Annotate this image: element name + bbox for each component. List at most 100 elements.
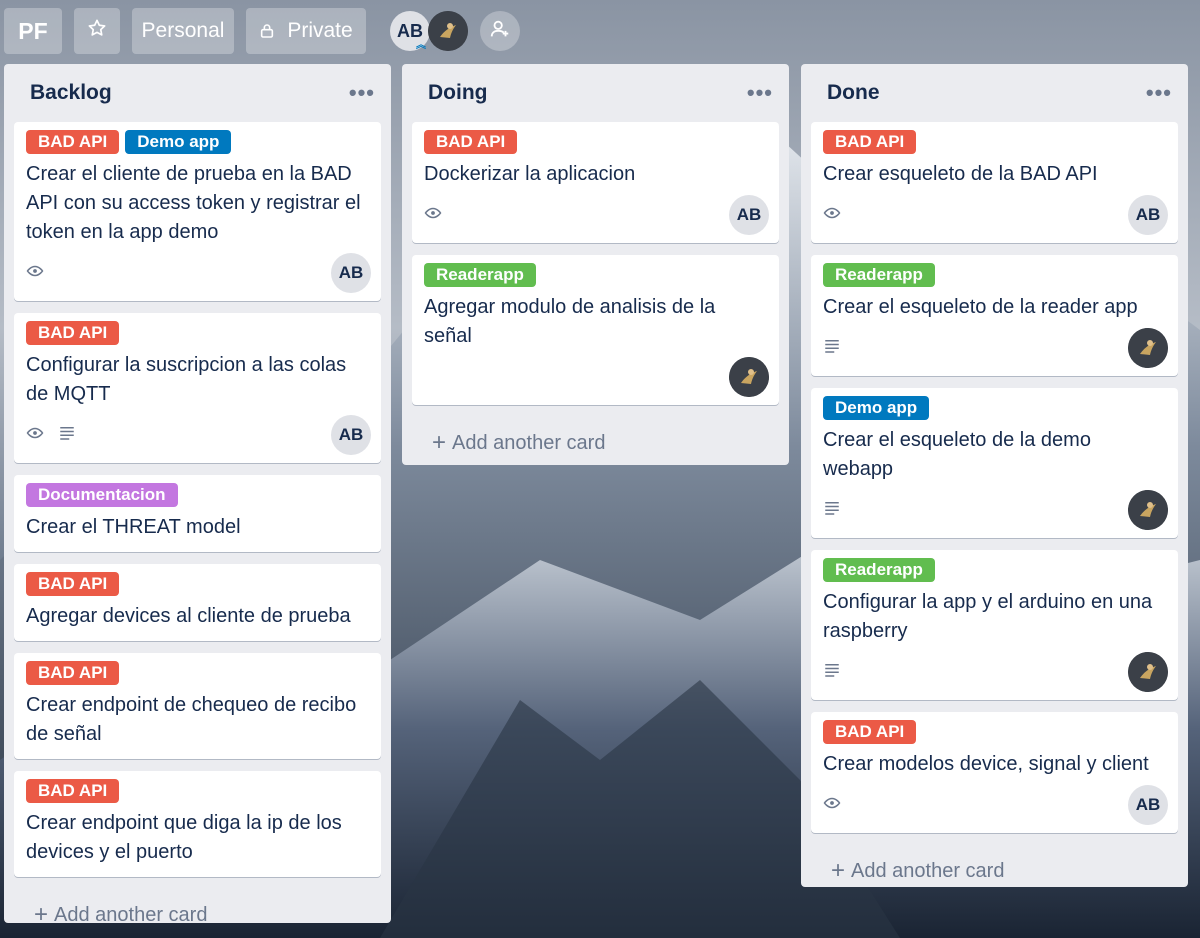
- star-icon: [87, 18, 107, 44]
- add-card-button[interactable]: + Add another card: [14, 889, 381, 938]
- card-label[interactable]: BAD API: [26, 321, 120, 345]
- card[interactable]: BAD API Demo app Crear el cliente de prueb…: [14, 122, 381, 301]
- list-backlog: Backlog ••• BAD API Demo app Crear el client…: [4, 64, 391, 928]
- card[interactable]: Documentacion Crear el THREAT model: [14, 475, 381, 552]
- list-title[interactable]: Backlog: [30, 81, 112, 105]
- card-labels: Readerapp: [424, 263, 767, 287]
- card-labels: BAD API: [823, 130, 1166, 154]
- card-title: Agregar devices al cliente de prueba: [26, 605, 351, 627]
- card-title: Crear endpoint que diga la ip de los dev…: [26, 812, 342, 863]
- card-badges: [823, 326, 1166, 366]
- card-badges: [424, 355, 767, 395]
- star-board-button[interactable]: [74, 8, 120, 54]
- card-labels: BAD API: [26, 661, 369, 685]
- card-title: Crear el esqueleto de la demo webapp: [823, 429, 1091, 480]
- list-title[interactable]: Doing: [428, 81, 487, 105]
- card-member-avatar[interactable]: [1128, 490, 1168, 530]
- card[interactable]: Readerapp Configurar la app y el arduino …: [811, 550, 1178, 700]
- list-header: Backlog •••: [14, 64, 381, 122]
- card-label[interactable]: Readerapp: [823, 263, 935, 287]
- card-member-avatar[interactable]: [1128, 652, 1168, 692]
- visibility-button[interactable]: Private: [246, 8, 366, 54]
- card-member-avatar[interactable]: [1128, 328, 1168, 368]
- card-member-avatar[interactable]: AB: [1128, 195, 1168, 235]
- card-title: Crear el cliente de prueba en la BAD API…: [26, 163, 361, 243]
- eye-icon: [26, 424, 44, 442]
- card-member-avatar[interactable]: [729, 357, 769, 397]
- card-label[interactable]: BAD API: [823, 130, 917, 154]
- card[interactable]: BAD API Configurar la suscripcion a las c…: [14, 313, 381, 463]
- plus-icon: +: [831, 857, 846, 884]
- team-button[interactable]: Personal: [132, 8, 234, 54]
- list-header: Doing •••: [412, 64, 779, 122]
- card-title: Crear el esqueleto de la reader app: [823, 296, 1138, 318]
- add-card-button[interactable]: + Add another card: [811, 845, 1178, 897]
- list-menu-button[interactable]: •••: [1146, 80, 1172, 106]
- card-badges: [26, 413, 369, 453]
- list-menu-button[interactable]: •••: [349, 80, 375, 106]
- card-badges: [823, 783, 1166, 823]
- card-title: Crear endpoint de chequeo de recibo de s…: [26, 694, 357, 745]
- card-label[interactable]: BAD API: [424, 130, 518, 154]
- admin-chevron-icon: ︽: [416, 40, 426, 51]
- card-badges: [823, 193, 1166, 233]
- card-labels: BAD API: [26, 321, 369, 345]
- card-title: Agregar modulo de analisis de la señal: [424, 296, 716, 347]
- add-card-label: Add another card: [452, 431, 606, 454]
- description-icon: [823, 499, 841, 517]
- lock-icon: [259, 23, 275, 39]
- board-header: PF Personal Private AB ︽: [0, 0, 1200, 62]
- card-member-avatar[interactable]: AB: [331, 415, 371, 455]
- plus-icon: +: [34, 901, 49, 928]
- card-title: Configurar la app y el arduino en una ra…: [823, 591, 1153, 642]
- card[interactable]: BAD API Dockerizar la aplicacion AB: [412, 122, 779, 243]
- card-labels: BAD API Demo app: [26, 130, 369, 154]
- eye-icon: [26, 262, 44, 280]
- card-label[interactable]: Demo app: [125, 130, 232, 154]
- visibility-label: Private: [287, 19, 353, 42]
- card[interactable]: BAD API Crear modelos device, signal y cl…: [811, 712, 1178, 833]
- card-labels: BAD API: [823, 720, 1166, 744]
- member-avatar[interactable]: AB ︽: [390, 11, 430, 51]
- add-card-button[interactable]: + Add another card: [412, 417, 779, 469]
- card-label[interactable]: Demo app: [823, 396, 930, 420]
- list-title[interactable]: Done: [827, 81, 880, 105]
- card-member-avatar[interactable]: AB: [331, 253, 371, 293]
- card-badges: [823, 650, 1166, 690]
- description-icon: [58, 424, 76, 442]
- card-title: Dockerizar la aplicacion: [424, 163, 636, 185]
- list-doing: Doing ••• BAD API Dockerizar la aplicacion A…: [402, 64, 789, 465]
- card-label[interactable]: Documentacion: [26, 483, 178, 507]
- card[interactable]: BAD API Crear endpoint de chequeo de reci…: [14, 653, 381, 759]
- add-member-icon: [489, 18, 511, 45]
- card-member-avatar[interactable]: AB: [729, 195, 769, 235]
- card-label[interactable]: BAD API: [26, 130, 120, 154]
- card[interactable]: Readerapp Crear el esqueleto de la reader…: [811, 255, 1178, 376]
- card-member-avatar[interactable]: AB: [1128, 785, 1168, 825]
- member-avatar-photo[interactable]: [428, 11, 468, 51]
- description-icon: [823, 661, 841, 679]
- card[interactable]: BAD API Agregar devices al cliente de pru…: [14, 564, 381, 641]
- board-members: AB ︽: [390, 11, 520, 51]
- card[interactable]: BAD API Crear esqueleto de la BAD API AB: [811, 122, 1178, 243]
- invite-member-button[interactable]: [480, 11, 520, 51]
- eye-icon: [823, 204, 841, 222]
- card-labels: Readerapp: [823, 263, 1166, 287]
- board-title-button[interactable]: PF: [4, 8, 62, 54]
- card-title: Configurar la suscripcion a las colas de…: [26, 354, 347, 405]
- card-badges: [823, 488, 1166, 528]
- card-title: Crear modelos device, signal y client: [823, 753, 1149, 775]
- plus-icon: +: [432, 429, 447, 456]
- card[interactable]: BAD API Crear endpoint que diga la ip de …: [14, 771, 381, 877]
- card-title: Crear esqueleto de la BAD API: [823, 163, 1098, 185]
- card-label[interactable]: BAD API: [823, 720, 917, 744]
- card[interactable]: Readerapp Agregar modulo de analisis de l…: [412, 255, 779, 405]
- card-label[interactable]: Readerapp: [823, 558, 935, 582]
- card-label[interactable]: BAD API: [26, 779, 120, 803]
- card-label[interactable]: Readerapp: [424, 263, 536, 287]
- card[interactable]: Demo app Crear el esqueleto de la demo we…: [811, 388, 1178, 538]
- list-menu-button[interactable]: •••: [747, 80, 773, 106]
- card-label[interactable]: BAD API: [26, 572, 120, 596]
- card-label[interactable]: BAD API: [26, 661, 120, 685]
- card-labels: Readerapp: [823, 558, 1166, 582]
